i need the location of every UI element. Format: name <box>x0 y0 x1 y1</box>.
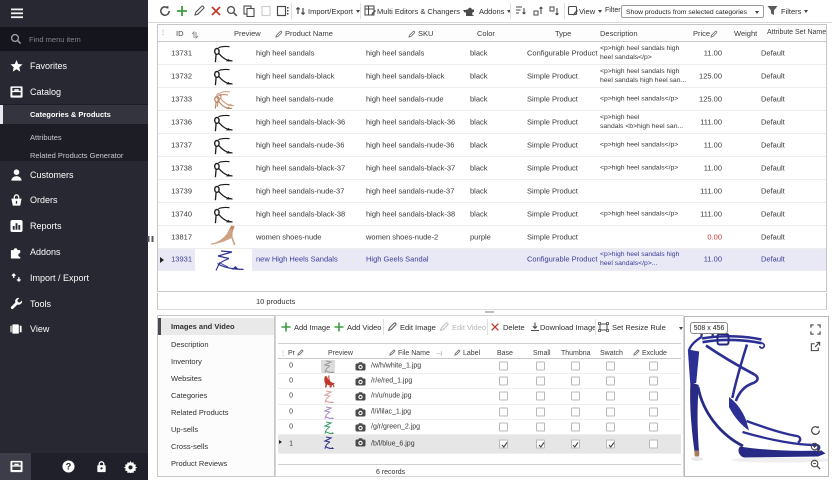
svg-text:?: ? <box>66 462 72 472</box>
